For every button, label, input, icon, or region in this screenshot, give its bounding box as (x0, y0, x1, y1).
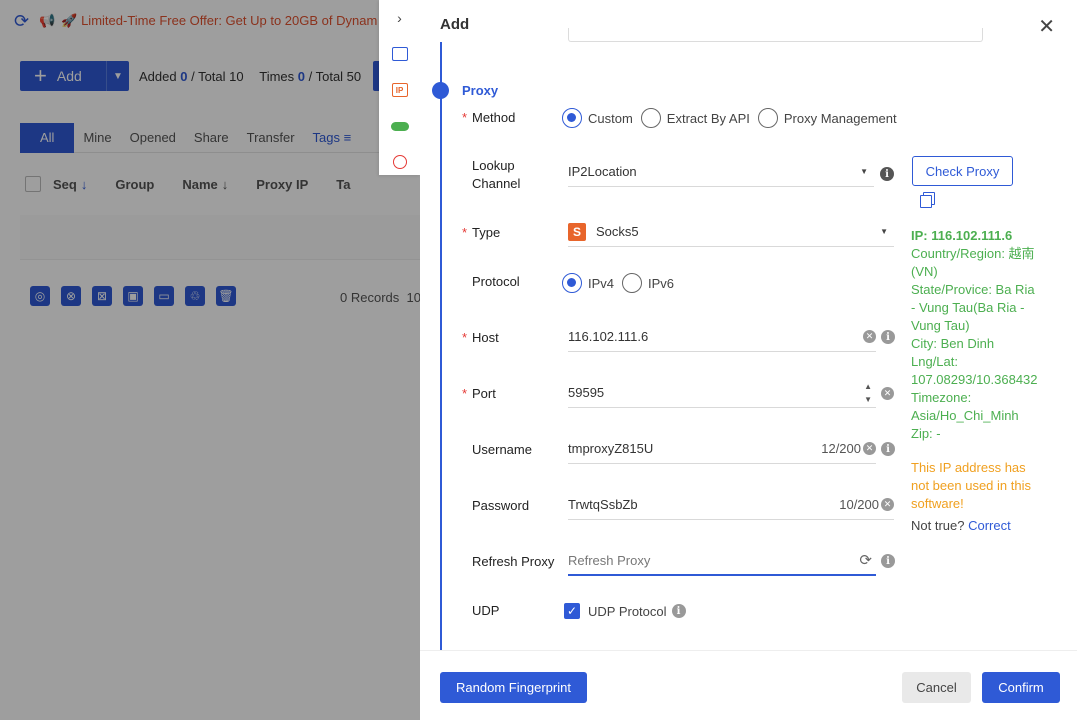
chevron-down-icon: ▼ (880, 227, 888, 236)
method-radio-custom[interactable]: Custom (562, 108, 633, 128)
timezone-label: Timezone: (911, 390, 972, 405)
udp-label: UDP (472, 603, 500, 618)
cancel-button[interactable]: Cancel (902, 672, 971, 703)
refresh-proxy-label: Refresh Proxy (472, 554, 555, 569)
host-label: * Host (462, 330, 499, 345)
timezone-value: Asia/Ho_Chi_Minh (911, 408, 1019, 423)
clear-icon[interactable]: ✕ (881, 498, 894, 511)
floating-side-toolbar: › IP (379, 0, 420, 175)
protocol-radio-ipv6[interactable]: IPv6 (622, 273, 674, 293)
random-fingerprint-button[interactable]: Random Fingerprint (440, 672, 587, 703)
state-province: State/Provice: Ba Ria - Vung Tau(Ba Ria … (911, 282, 1035, 333)
info-icon[interactable]: i (881, 554, 895, 568)
step-timeline (440, 42, 442, 650)
username-counter: 12/200 (821, 441, 861, 456)
previous-field-box[interactable] (568, 28, 983, 42)
ip-icon[interactable]: IP (379, 72, 420, 108)
password-counter: 10/200 (839, 497, 879, 512)
copy-icon[interactable] (920, 192, 935, 208)
lnglat-label: Lng/Lat: (911, 354, 958, 369)
fingerprint-icon[interactable] (379, 144, 420, 180)
drawer-title: Add (440, 16, 470, 33)
drawer-footer: Random Fingerprint Cancel Confirm (420, 650, 1077, 720)
protocol-radio-ipv4[interactable]: IPv4 (562, 273, 614, 293)
method-radio-group: Custom Extract By API Proxy Management (562, 108, 905, 128)
method-label: * Method (462, 110, 516, 125)
ip-value: IP: 116.102.111.6 (911, 228, 1013, 243)
proxy-type-select[interactable]: S Socks5 ▼ (568, 217, 894, 247)
confirm-button[interactable]: Confirm (982, 672, 1060, 703)
stepper-up-icon: ▲ (864, 382, 872, 391)
collapse-chevron-icon[interactable]: › (379, 0, 420, 36)
method-radio-proxy-management[interactable]: Proxy Management (757, 108, 897, 128)
password-input[interactable]: TrwtqSsbZb 10/200 ✕ (568, 490, 894, 520)
clear-icon[interactable]: ✕ (863, 330, 876, 343)
info-icon[interactable]: i (880, 167, 894, 181)
protocol-label: Protocol (472, 274, 520, 289)
ip-warning-text: This IP address has not been used in thi… (911, 460, 1031, 511)
close-icon[interactable]: ✕ (1038, 14, 1055, 39)
not-true-text: Not true? Correct (911, 518, 1011, 533)
chevron-down-icon: ▼ (860, 167, 868, 176)
info-icon[interactable]: i (881, 330, 895, 344)
username-input[interactable]: tmproxyZ815U 12/200 ✕ (568, 434, 876, 464)
ip-info-panel: IP: 116.102.111.6 Country/Region: 越南 (VN… (911, 227, 1041, 443)
toggle-icon[interactable] (379, 108, 420, 144)
type-label: * Type (462, 225, 501, 240)
clear-icon[interactable]: ✕ (863, 442, 876, 455)
clear-icon[interactable]: ✕ (881, 387, 894, 400)
checkmark-icon: ✓ (564, 603, 580, 619)
host-input[interactable]: 116.102.111.6 ✕ (568, 322, 876, 352)
socks5-logo-icon: S (568, 222, 586, 241)
step-dot (432, 82, 449, 99)
lookup-channel-label: Lookup Channel (472, 158, 521, 191)
port-label: * Port (462, 386, 496, 401)
lnglat-value: 107.08293/10.368432 (911, 372, 1038, 387)
info-icon[interactable]: i (881, 442, 895, 456)
method-radio-extract-api[interactable]: Extract By API (640, 108, 750, 128)
modal-overlay[interactable] (0, 0, 420, 720)
section-title-proxy: Proxy (462, 83, 499, 98)
stepper-down-icon: ▼ (864, 395, 872, 404)
refresh-proxy-input[interactable]: Refresh Proxy ⟳ (568, 546, 876, 576)
refresh-icon[interactable]: ⟳ (859, 551, 872, 569)
check-proxy-button[interactable]: Check Proxy (912, 156, 1013, 186)
lookup-channel-select[interactable]: IP2Location ▼ (568, 157, 874, 187)
info-icon[interactable]: i (671, 604, 686, 618)
correct-link[interactable]: Correct (968, 518, 1011, 533)
port-stepper[interactable]: ▲ ▼ (864, 380, 872, 406)
city: City: Ben Dinh (911, 336, 995, 351)
port-input[interactable]: 59595 ▲ ▼ (568, 378, 876, 408)
udp-protocol-checkbox[interactable]: ✓ UDP Protocol i (564, 603, 686, 619)
add-profile-drawer: Add ✕ Proxy * Method Custom Extract By AP… (420, 0, 1077, 720)
zip: Zip: - (911, 426, 941, 441)
browser-window-icon[interactable] (379, 36, 420, 72)
protocol-radio-group: IPv4 IPv6 (562, 273, 682, 293)
username-label: Username (472, 442, 532, 457)
password-label: Password (472, 498, 530, 513)
country-region: Country/Region: 越南 (VN) (911, 246, 1035, 279)
